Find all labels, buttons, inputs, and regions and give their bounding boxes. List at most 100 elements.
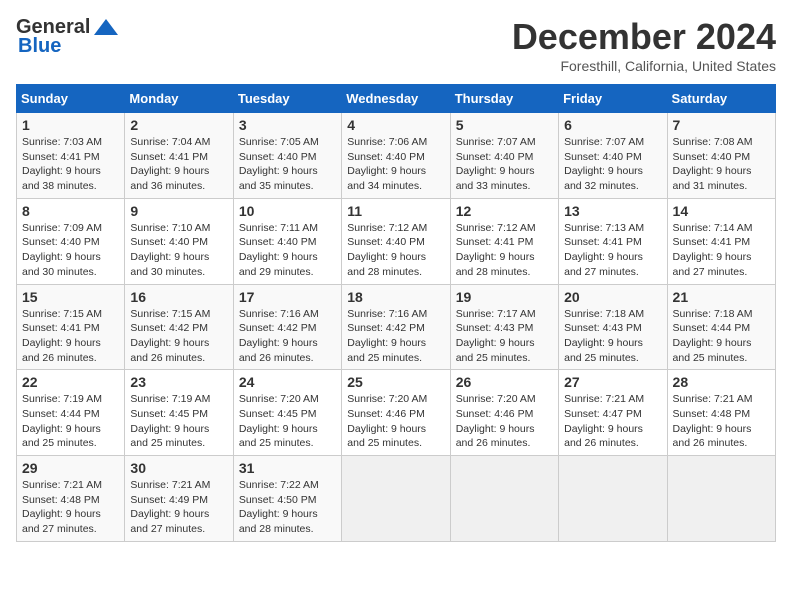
header-wednesday: Wednesday [342, 85, 450, 113]
day-number: 19 [456, 289, 553, 305]
day-info: Sunrise: 7:15 AM Sunset: 4:42 PM Dayligh… [130, 307, 227, 366]
page-header: General Blue December 2024 Foresthill, C… [16, 16, 776, 74]
day-number: 22 [22, 374, 119, 390]
day-info: Sunrise: 7:21 AM Sunset: 4:48 PM Dayligh… [673, 392, 770, 451]
day-cell: 13Sunrise: 7:13 AM Sunset: 4:41 PM Dayli… [559, 198, 667, 284]
day-cell: 9 Sunrise: 7:10 AM Sunset: 4:40 PM Daylig… [125, 198, 233, 284]
day-info: Sunrise: 7:20 AM Sunset: 4:46 PM Dayligh… [347, 392, 444, 451]
day-info: Sunrise: 7:22 AM Sunset: 4:50 PM Dayligh… [239, 478, 336, 537]
day-cell: 8 Sunrise: 7:09 AM Sunset: 4:40 PM Daylig… [17, 198, 125, 284]
day-cell: 2 Sunrise: 7:04 AM Sunset: 4:41 PM Daylig… [125, 113, 233, 199]
day-cell: 11 Sunrise: 7:12 AM Sunset: 4:40 PM Dayli… [342, 198, 450, 284]
day-number: 27 [564, 374, 661, 390]
day-info: Sunrise: 7:21 AM Sunset: 4:49 PM Dayligh… [130, 478, 227, 537]
day-number: 1 [22, 117, 119, 133]
month-title: December 2024 [512, 16, 776, 58]
week-row-4: 22 Sunrise: 7:19 AM Sunset: 4:44 PM Dayli… [17, 370, 776, 456]
day-number: 13 [564, 203, 661, 219]
day-number: 29 [22, 460, 119, 476]
header-friday: Friday [559, 85, 667, 113]
day-number: 25 [347, 374, 444, 390]
day-info: Sunrise: 7:20 AM Sunset: 4:46 PM Dayligh… [456, 392, 553, 451]
day-info: Sunrise: 7:19 AM Sunset: 4:44 PM Dayligh… [22, 392, 119, 451]
day-info: Sunrise: 7:10 AM Sunset: 4:40 PM Dayligh… [130, 221, 227, 280]
day-number: 11 [347, 203, 444, 219]
day-info: Sunrise: 7:20 AM Sunset: 4:45 PM Dayligh… [239, 392, 336, 451]
day-cell: 4Sunrise: 7:06 AM Sunset: 4:40 PM Daylig… [342, 113, 450, 199]
day-cell: 1 Sunrise: 7:03 AM Sunset: 4:41 PM Daylig… [17, 113, 125, 199]
day-cell: 29 Sunrise: 7:21 AM Sunset: 4:48 PM Dayli… [17, 456, 125, 542]
day-cell: 10Sunrise: 7:11 AM Sunset: 4:40 PM Dayli… [233, 198, 341, 284]
day-number: 9 [130, 203, 227, 219]
day-cell: 26 Sunrise: 7:20 AM Sunset: 4:46 PM Dayli… [450, 370, 558, 456]
header-tuesday: Tuesday [233, 85, 341, 113]
day-number: 15 [22, 289, 119, 305]
day-info: Sunrise: 7:21 AM Sunset: 4:47 PM Dayligh… [564, 392, 661, 451]
day-info: Sunrise: 7:07 AM Sunset: 4:40 PM Dayligh… [564, 135, 661, 194]
day-cell [559, 456, 667, 542]
day-cell: 15Sunrise: 7:15 AM Sunset: 4:41 PM Dayli… [17, 284, 125, 370]
header-row: SundayMondayTuesdayWednesdayThursdayFrid… [17, 85, 776, 113]
day-number: 16 [130, 289, 227, 305]
logo: General Blue [16, 16, 120, 58]
day-info: Sunrise: 7:11 AM Sunset: 4:40 PM Dayligh… [239, 221, 336, 280]
day-cell: 6 Sunrise: 7:07 AM Sunset: 4:40 PM Daylig… [559, 113, 667, 199]
day-cell: 3Sunrise: 7:05 AM Sunset: 4:40 PM Daylig… [233, 113, 341, 199]
day-info: Sunrise: 7:04 AM Sunset: 4:41 PM Dayligh… [130, 135, 227, 194]
day-info: Sunrise: 7:07 AM Sunset: 4:40 PM Dayligh… [456, 135, 553, 194]
header-monday: Monday [125, 85, 233, 113]
day-number: 20 [564, 289, 661, 305]
day-cell: 27 Sunrise: 7:21 AM Sunset: 4:47 PM Dayli… [559, 370, 667, 456]
day-info: Sunrise: 7:18 AM Sunset: 4:44 PM Dayligh… [673, 307, 770, 366]
location: Foresthill, California, United States [512, 58, 776, 74]
day-number: 6 [564, 117, 661, 133]
day-cell: 25 Sunrise: 7:20 AM Sunset: 4:46 PM Dayli… [342, 370, 450, 456]
day-cell: 22 Sunrise: 7:19 AM Sunset: 4:44 PM Dayli… [17, 370, 125, 456]
day-cell: 12 Sunrise: 7:12 AM Sunset: 4:41 PM Dayli… [450, 198, 558, 284]
day-cell: 21Sunrise: 7:18 AM Sunset: 4:44 PM Dayli… [667, 284, 775, 370]
day-cell: 16 Sunrise: 7:15 AM Sunset: 4:42 PM Dayli… [125, 284, 233, 370]
logo-icon [92, 17, 120, 39]
day-number: 4 [347, 117, 444, 133]
day-number: 28 [673, 374, 770, 390]
header-thursday: Thursday [450, 85, 558, 113]
day-cell [342, 456, 450, 542]
calendar-table: SundayMondayTuesdayWednesdayThursdayFrid… [16, 84, 776, 542]
week-row-2: 8 Sunrise: 7:09 AM Sunset: 4:40 PM Daylig… [17, 198, 776, 284]
day-info: Sunrise: 7:21 AM Sunset: 4:48 PM Dayligh… [22, 478, 119, 537]
week-row-3: 15Sunrise: 7:15 AM Sunset: 4:41 PM Dayli… [17, 284, 776, 370]
day-number: 24 [239, 374, 336, 390]
day-cell: 14 Sunrise: 7:14 AM Sunset: 4:41 PM Dayli… [667, 198, 775, 284]
day-cell: 30Sunrise: 7:21 AM Sunset: 4:49 PM Dayli… [125, 456, 233, 542]
day-info: Sunrise: 7:14 AM Sunset: 4:41 PM Dayligh… [673, 221, 770, 280]
day-number: 23 [130, 374, 227, 390]
day-info: Sunrise: 7:16 AM Sunset: 4:42 PM Dayligh… [239, 307, 336, 366]
day-number: 3 [239, 117, 336, 133]
day-cell: 5 Sunrise: 7:07 AM Sunset: 4:40 PM Daylig… [450, 113, 558, 199]
day-number: 26 [456, 374, 553, 390]
day-info: Sunrise: 7:12 AM Sunset: 4:40 PM Dayligh… [347, 221, 444, 280]
day-cell: 28 Sunrise: 7:21 AM Sunset: 4:48 PM Dayli… [667, 370, 775, 456]
day-cell: 24 Sunrise: 7:20 AM Sunset: 4:45 PM Dayli… [233, 370, 341, 456]
day-cell: 17 Sunrise: 7:16 AM Sunset: 4:42 PM Dayli… [233, 284, 341, 370]
day-number: 12 [456, 203, 553, 219]
day-info: Sunrise: 7:03 AM Sunset: 4:41 PM Dayligh… [22, 135, 119, 194]
day-info: Sunrise: 7:09 AM Sunset: 4:40 PM Dayligh… [22, 221, 119, 280]
day-number: 14 [673, 203, 770, 219]
day-number: 5 [456, 117, 553, 133]
day-info: Sunrise: 7:18 AM Sunset: 4:43 PM Dayligh… [564, 307, 661, 366]
day-cell [450, 456, 558, 542]
day-number: 7 [673, 117, 770, 133]
day-number: 17 [239, 289, 336, 305]
header-saturday: Saturday [667, 85, 775, 113]
day-cell: 31Sunrise: 7:22 AM Sunset: 4:50 PM Dayli… [233, 456, 341, 542]
day-info: Sunrise: 7:19 AM Sunset: 4:45 PM Dayligh… [130, 392, 227, 451]
day-number: 2 [130, 117, 227, 133]
day-number: 18 [347, 289, 444, 305]
day-cell: 19Sunrise: 7:17 AM Sunset: 4:43 PM Dayli… [450, 284, 558, 370]
day-info: Sunrise: 7:12 AM Sunset: 4:41 PM Dayligh… [456, 221, 553, 280]
day-number: 8 [22, 203, 119, 219]
day-cell: 18Sunrise: 7:16 AM Sunset: 4:42 PM Dayli… [342, 284, 450, 370]
day-cell: 20 Sunrise: 7:18 AM Sunset: 4:43 PM Dayli… [559, 284, 667, 370]
day-cell: 23 Sunrise: 7:19 AM Sunset: 4:45 PM Dayli… [125, 370, 233, 456]
